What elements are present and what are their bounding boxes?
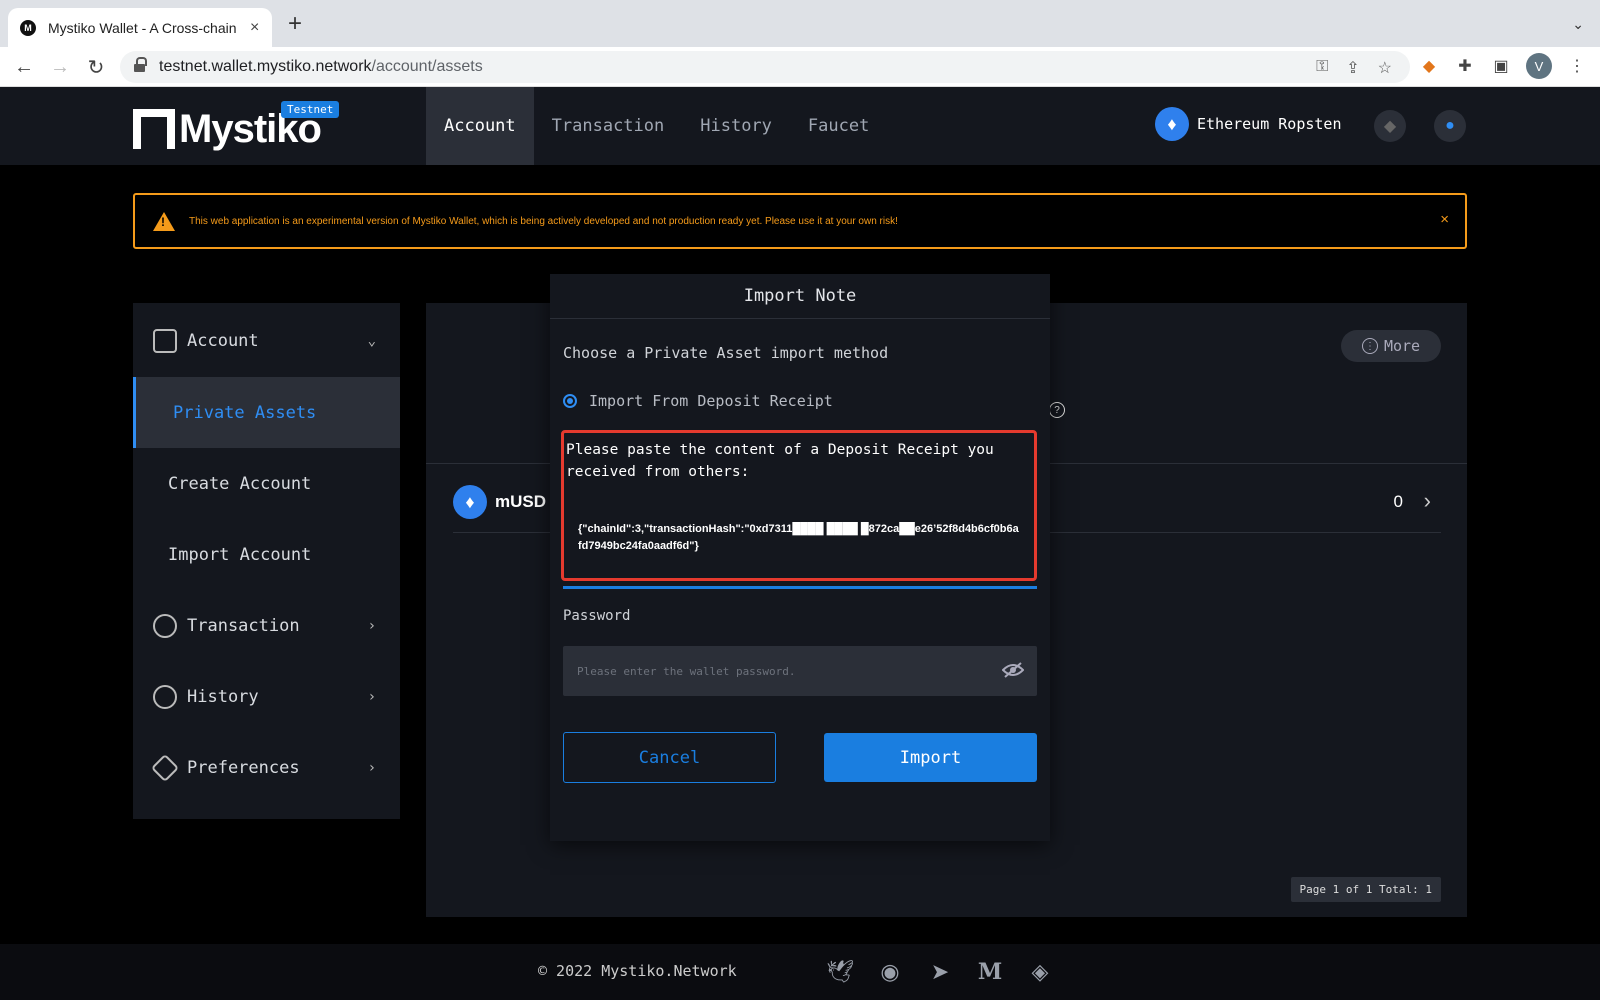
key-icon[interactable]: ⚿ — [1316, 58, 1328, 78]
footer: © 2022 Mystiko.Network 🕊 ◉ ➤ M ◈ — [0, 944, 1600, 1000]
radio-label: Import From Deposit Receipt — [589, 392, 833, 410]
browser-toolbar: ← → ↻ testnet.wallet.mystiko.network/acc… — [0, 47, 1600, 87]
experimental-warning-banner: This web application is an experimental … — [133, 193, 1467, 249]
more-label: More — [1383, 337, 1421, 355]
chevron-right-icon: › — [367, 688, 376, 705]
sidebar: Account ⌄ Private Assets Create Account … — [133, 303, 400, 819]
network-selector[interactable]: ♦ Ethereum Ropsten — [1155, 107, 1342, 141]
sidebar-item-label: Preferences — [187, 757, 300, 778]
help-question-icon[interactable]: ? — [1049, 402, 1065, 418]
more-button[interactable]: ⋮ More — [1341, 330, 1441, 362]
side-panel-icon[interactable]: ▣ — [1490, 56, 1512, 76]
sidebar-item-label: Account — [187, 330, 259, 351]
deposit-receipt-textarea[interactable]: Please paste the content of a Deposit Re… — [561, 430, 1037, 581]
settings-hexagon-icon — [150, 753, 180, 782]
radio-import-deposit-receipt[interactable]: Import From Deposit Receipt — [563, 392, 833, 410]
close-warning-icon[interactable]: × — [1440, 211, 1449, 228]
asset-symbol: mUSD — [495, 492, 547, 511]
tab-title: Mystiko Wallet - A Cross-chain — [48, 19, 237, 36]
forward-icon[interactable]: → — [46, 53, 74, 81]
transfer-icon — [153, 613, 177, 638]
sidebar-item-label: Transaction — [187, 615, 300, 636]
new-tab-button[interactable]: + — [288, 12, 302, 36]
extensions-puzzle-icon[interactable]: ✚ — [1454, 56, 1476, 76]
close-tab-icon[interactable]: × — [250, 19, 259, 37]
main-nav: Account Transaction History Faucet — [426, 87, 887, 165]
social-links: 🕊 ◉ ➤ M ◈ — [825, 958, 1055, 986]
back-icon[interactable]: ← — [10, 53, 38, 81]
nav-history[interactable]: History — [682, 87, 790, 165]
mystiko-logo[interactable]: Mystiko Testnet — [133, 101, 340, 149]
chevron-right-icon: › — [367, 759, 376, 776]
chevron-right-icon: › — [367, 617, 376, 634]
receipt-field-underline — [563, 586, 1037, 589]
sidebar-item-import-account[interactable]: Import Account — [133, 519, 400, 590]
medium-icon[interactable]: M — [975, 958, 1005, 986]
modal-title: Import Note — [550, 274, 1050, 319]
metamask-fox-icon[interactable]: ◆ — [1418, 56, 1440, 76]
sidebar-item-label: History — [187, 686, 259, 707]
ethereum-icon: ♦ — [1155, 107, 1189, 141]
metamask-connect-icon[interactable]: ◆ — [1374, 110, 1406, 142]
password-label: Password — [563, 608, 631, 624]
eye-off-icon[interactable] — [1001, 662, 1025, 678]
sidebar-item-preferences[interactable]: Preferences › — [133, 732, 400, 803]
nav-transaction[interactable]: Transaction — [534, 87, 683, 165]
sidebar-item-account[interactable]: Account ⌄ — [133, 305, 400, 376]
warning-message: This web application is an experimental … — [189, 215, 898, 227]
sidebar-item-history[interactable]: History › — [133, 661, 400, 732]
lock-icon — [134, 57, 147, 73]
discord-icon[interactable]: ◈ — [1025, 958, 1055, 986]
asset-amount: 0 — [1393, 492, 1403, 511]
cancel-button[interactable]: Cancel — [563, 732, 776, 783]
history-clock-icon — [153, 684, 177, 709]
sidebar-item-private-assets[interactable]: Private Assets — [133, 377, 400, 448]
reload-icon[interactable]: ↻ — [82, 53, 110, 81]
nav-account[interactable]: Account — [426, 87, 534, 165]
wallet-icon — [153, 328, 177, 353]
tab-search-chevron-icon[interactable]: ⌄ — [1572, 16, 1584, 33]
telegram-icon[interactable]: ➤ — [925, 958, 955, 986]
chevron-right-icon: › — [1423, 488, 1431, 513]
ethereum-token-icon: ♦ — [453, 485, 487, 519]
browser-tabbar: M Mystiko Wallet - A Cross-chain × + ⌄ — [0, 0, 1600, 47]
mystiko-favicon-icon: M — [20, 19, 36, 36]
nav-faucet[interactable]: Faucet — [790, 87, 887, 165]
password-input[interactable] — [563, 646, 1037, 696]
app-header: Mystiko Testnet Account Transaction Hist… — [0, 87, 1600, 165]
network-name: Ethereum Ropsten — [1197, 115, 1342, 133]
sidebar-item-transaction[interactable]: Transaction › — [133, 590, 400, 661]
mystiko-logo-mark-icon — [133, 109, 175, 149]
sidebar-item-create-account[interactable]: Create Account — [133, 448, 400, 519]
profile-avatar[interactable]: V — [1526, 53, 1552, 79]
import-method-prompt: Choose a Private Asset import method — [563, 344, 889, 362]
import-note-modal: Import Note Choose a Private Asset impor… — [550, 274, 1050, 841]
chevron-down-icon: ⌄ — [367, 332, 376, 349]
bookmark-star-icon[interactable]: ☆ — [1378, 58, 1392, 78]
import-button[interactable]: Import — [824, 733, 1037, 782]
radio-selected-icon — [563, 394, 577, 408]
warning-triangle-icon — [153, 211, 175, 231]
address-bar[interactable]: testnet.wallet.mystiko.network/account/a… — [120, 51, 1410, 83]
user-account-icon[interactable]: ● — [1434, 110, 1466, 142]
share-icon[interactable]: ⇪ — [1346, 58, 1359, 78]
receipt-field-value[interactable]: {"chainId":3,"transactionHash":"0xd7311█… — [578, 521, 1022, 555]
testnet-badge: Testnet — [281, 101, 340, 118]
twitter-icon[interactable]: 🕊 — [825, 958, 855, 986]
browser-menu-icon[interactable]: ⋮ — [1566, 56, 1588, 76]
url-text: testnet.wallet.mystiko.network/account/a… — [159, 58, 483, 75]
pagination-info: Page 1 of 1 Total: 1 — [1290, 877, 1441, 902]
github-icon[interactable]: ◉ — [875, 958, 905, 986]
more-info-icon: ⋮ — [1361, 338, 1378, 354]
receipt-field-label: Please paste the content of a Deposit Re… — [566, 442, 994, 480]
copyright-text: © 2022 Mystiko.Network — [538, 962, 737, 980]
browser-tab[interactable]: M Mystiko Wallet - A Cross-chain × — [8, 8, 272, 47]
